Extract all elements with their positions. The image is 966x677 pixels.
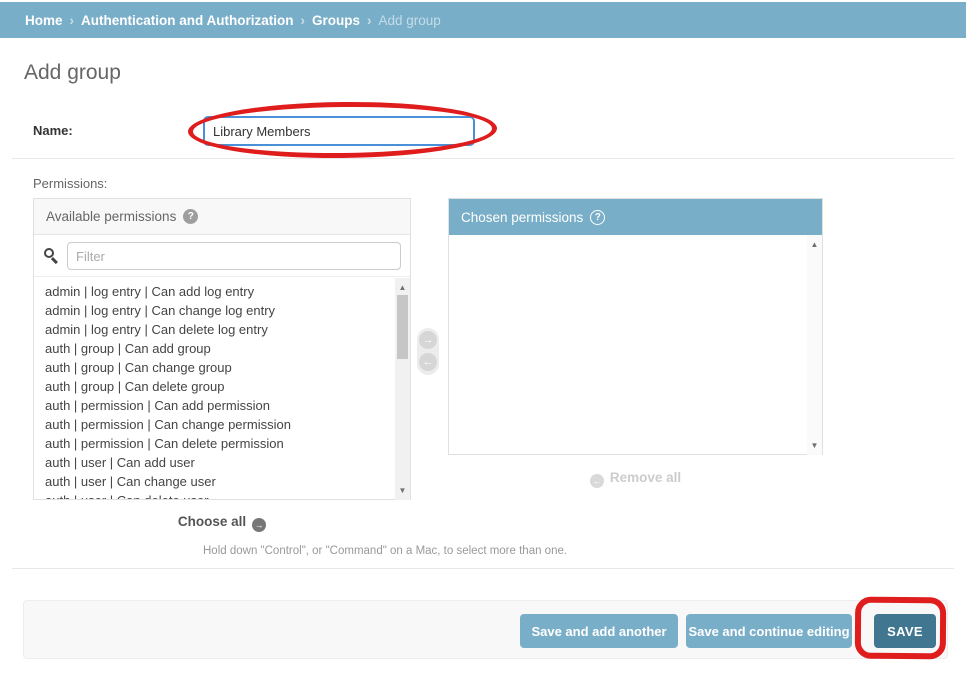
permissions-label: Permissions: xyxy=(33,176,107,191)
choose-all-label: Choose all xyxy=(178,514,246,529)
available-permissions-header: Available permissions ? xyxy=(34,199,410,235)
scrollbar-thumb[interactable] xyxy=(397,295,408,359)
remove-all-label: Remove all xyxy=(610,470,681,485)
available-permissions-title: Available permissions xyxy=(46,209,176,224)
chosen-list-scrollbar[interactable]: ▲ ▼ xyxy=(807,235,822,455)
breadcrumb-separator: › xyxy=(301,13,306,28)
available-list-scrollbar[interactable]: ▲ ▼ xyxy=(395,278,410,500)
permission-option[interactable]: auth | group | Can delete group xyxy=(45,377,384,396)
breadcrumb-separator: › xyxy=(367,13,372,28)
help-icon[interactable]: ? xyxy=(183,209,198,224)
save-and-add-another-button[interactable]: Save and add another xyxy=(520,614,678,648)
filter-row xyxy=(34,235,410,277)
divider xyxy=(12,568,954,569)
scrollbar-up-icon[interactable]: ▲ xyxy=(395,280,410,295)
name-input[interactable] xyxy=(203,116,475,146)
permission-option[interactable]: admin | log entry | Can add log entry xyxy=(45,282,384,301)
scrollbar-down-icon[interactable]: ▼ xyxy=(395,483,410,498)
chosen-permissions-panel: Chosen permissions ? ▲ ▼ xyxy=(448,198,823,455)
save-and-continue-button[interactable]: Save and continue editing xyxy=(686,614,852,648)
permission-option[interactable]: auth | user | Can delete user xyxy=(45,491,384,499)
permission-option[interactable]: auth | group | Can change group xyxy=(45,358,384,377)
permission-option[interactable]: auth | permission | Can change permissio… xyxy=(45,415,384,434)
choose-all-arrow-icon: → xyxy=(252,518,266,532)
available-permissions-list[interactable]: admin | log entry | Can add log entryadm… xyxy=(34,277,410,499)
search-icon xyxy=(44,248,60,264)
choose-all-link[interactable]: Choose all → xyxy=(33,514,411,532)
chosen-permissions-header: Chosen permissions ? xyxy=(449,199,822,235)
permission-option[interactable]: auth | user | Can add user xyxy=(45,453,384,472)
remove-all-arrow-icon: ← xyxy=(590,474,604,488)
available-permissions-panel: Available permissions ? admin | log entr… xyxy=(33,198,411,500)
chosen-permissions-title: Chosen permissions xyxy=(461,210,583,225)
breadcrumb-link-auth[interactable]: Authentication and Authorization xyxy=(81,13,293,28)
filter-input[interactable] xyxy=(67,242,401,270)
breadcrumb-separator: › xyxy=(70,13,75,28)
page-title: Add group xyxy=(24,61,121,85)
remove-arrow-icon[interactable]: ← xyxy=(419,353,437,371)
name-label: Name: xyxy=(33,123,73,138)
choose-arrow-icon[interactable]: → xyxy=(419,331,437,349)
permission-option[interactable]: auth | permission | Can delete permissio… xyxy=(45,434,384,453)
permission-option[interactable]: auth | user | Can change user xyxy=(45,472,384,491)
divider xyxy=(12,158,954,159)
breadcrumb-current: Add group xyxy=(379,13,441,28)
breadcrumb-link-groups[interactable]: Groups xyxy=(312,13,360,28)
permission-option[interactable]: auth | group | Can add group xyxy=(45,339,384,358)
remove-all-link[interactable]: ← Remove all xyxy=(448,470,823,488)
chosen-permissions-list[interactable]: ▲ ▼ xyxy=(449,235,822,455)
scrollbar-up-icon[interactable]: ▲ xyxy=(807,237,822,252)
add-group-page: Home › Authentication and Authorization … xyxy=(0,0,966,677)
permission-option[interactable]: admin | log entry | Can delete log entry xyxy=(45,320,384,339)
permission-option[interactable]: auth | permission | Can add permission xyxy=(45,396,384,415)
save-button[interactable]: SAVE xyxy=(874,614,936,648)
scrollbar-down-icon[interactable]: ▼ xyxy=(807,438,822,453)
help-icon[interactable]: ? xyxy=(590,210,605,225)
permission-option[interactable]: admin | log entry | Can change log entry xyxy=(45,301,384,320)
selector-chooser: → ← xyxy=(417,328,439,375)
selector-help-text: Hold down "Control", or "Command" on a M… xyxy=(203,545,567,557)
breadcrumb: Home › Authentication and Authorization … xyxy=(0,2,966,38)
breadcrumb-link-home[interactable]: Home xyxy=(25,13,63,28)
submit-row: Save and add another Save and continue e… xyxy=(23,600,948,659)
